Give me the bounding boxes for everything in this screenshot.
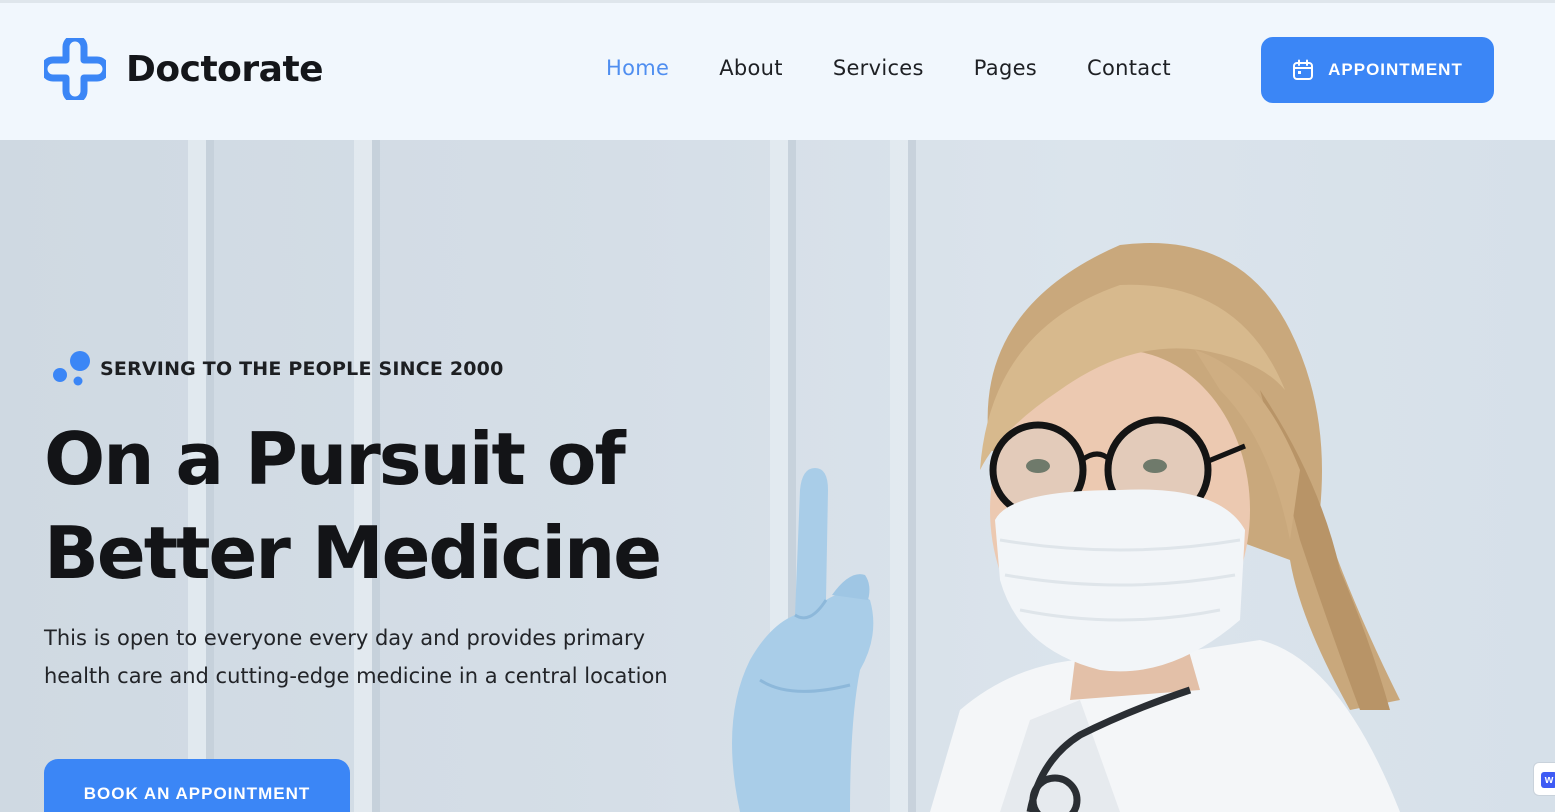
appointment-button-label: APPOINTMENT: [1328, 60, 1463, 79]
doctor-image: [732, 243, 1400, 812]
site-header: Doctorate Home About Services Pages Cont…: [0, 3, 1555, 140]
hero-tagline: SERVING TO THE PEOPLE SINCE 2000: [52, 349, 504, 389]
widget-logo-icon: w: [1541, 772, 1555, 788]
main-nav: Home About Services Pages Contact: [606, 51, 1221, 85]
calendar-icon: [1293, 59, 1314, 80]
headline-line-2: Better Medicine: [44, 511, 662, 595]
hero-headline: On a Pursuit of Better Medicine: [44, 412, 744, 600]
medical-cross-icon: [44, 38, 106, 100]
brand-name: Doctorate: [126, 48, 324, 90]
nav-home[interactable]: Home: [606, 51, 669, 85]
bubbles-icon: [53, 351, 90, 386]
headline-line-1: On a Pursuit of: [44, 417, 626, 501]
nav-services[interactable]: Services: [833, 51, 924, 85]
nav-about[interactable]: About: [719, 51, 783, 85]
book-appointment-label: BOOK AN APPOINTMENT: [83, 784, 311, 803]
tagline-text: SERVING TO THE PEOPLE SINCE 2000: [100, 358, 504, 380]
hero-description: This is open to everyone every day and p…: [44, 626, 668, 688]
floating-widget-tab[interactable]: w: [1533, 762, 1555, 796]
nav-pages[interactable]: Pages: [974, 51, 1037, 85]
nav-contact[interactable]: Contact: [1087, 51, 1171, 85]
logo[interactable]: Doctorate: [44, 38, 324, 100]
appointment-button[interactable]: APPOINTMENT: [1261, 37, 1494, 103]
book-appointment-button[interactable]: BOOK AN APPOINTMENT: [44, 759, 350, 812]
hero-section: SERVING TO THE PEOPLE SINCE 2000 On a Pu…: [0, 140, 1555, 812]
